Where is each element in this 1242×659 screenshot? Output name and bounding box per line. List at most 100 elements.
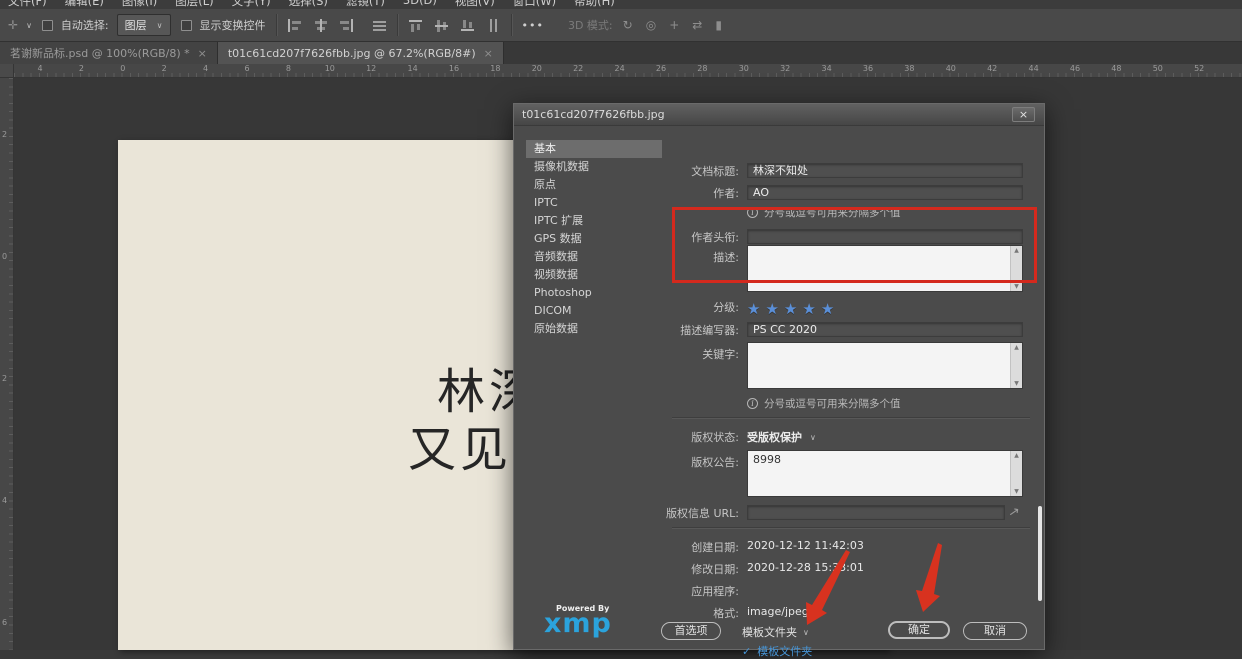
xmp-wordmark: xmp (544, 613, 612, 635)
menu-item[interactable]: 编辑(E) (65, 0, 104, 9)
distribute-horizontal-icon[interactable] (372, 19, 387, 32)
writer-label: 描述编写器: (662, 322, 747, 338)
document-tab[interactable]: 茗谢新品标.psd @ 100%(RGB/8) * × (0, 42, 218, 64)
chevron-down-icon: ∨ (803, 628, 809, 637)
file-info-form: 文档标题: 林深不知处 作者: AO i 分号或逗号可用来分隔多个值 作者头衔:… (662, 126, 1044, 649)
category-item[interactable]: DICOM (526, 302, 662, 320)
file-info-dialog: t01c61cd207f7626fbb.jpg × 基本摄像机数据原点IPTCI… (513, 103, 1045, 650)
rating-label: 分级: (662, 299, 747, 315)
3d-orbit-icon[interactable]: ↻ (623, 19, 633, 32)
auto-select-dropdown[interactable]: 图层 ∨ (117, 14, 171, 36)
keywords-textarea[interactable]: ▲ ▼ (747, 342, 1023, 389)
category-item[interactable]: IPTC 扩展 (526, 212, 662, 230)
template-folder-menu-item[interactable]: ✓ 模板文件夹 (742, 643, 812, 659)
copyright-notice-value: 8998 (753, 453, 781, 466)
star-icon[interactable]: ★ (802, 300, 815, 318)
scrollbar[interactable]: ▲ ▼ (1010, 343, 1022, 388)
menu-item[interactable]: 滤镜(T) (346, 0, 385, 9)
more-options-icon[interactable]: ••• (522, 19, 544, 32)
category-item[interactable]: Photoshop (526, 284, 662, 302)
align-right-icon[interactable] (339, 19, 354, 32)
close-icon[interactable]: × (198, 47, 207, 60)
ruler-tick-label: 50 (1153, 64, 1163, 73)
menu-item[interactable]: 视图(V) (455, 0, 495, 9)
template-folder-label: 模板文件夹 (742, 624, 797, 640)
vertical-ruler: 20246 (0, 78, 14, 650)
close-icon[interactable]: × (484, 47, 493, 60)
scroll-down-icon[interactable]: ▼ (1014, 283, 1019, 290)
rating-stars[interactable]: ★ ★ ★ ★ ★ (747, 299, 839, 318)
align-left-icon[interactable] (287, 19, 302, 32)
go-to-url-icon[interactable]: → (1006, 503, 1024, 522)
star-icon[interactable]: ★ (765, 300, 778, 318)
scroll-up-icon[interactable]: ▲ (1014, 344, 1019, 351)
distribute-vertical-icon[interactable] (486, 19, 501, 32)
show-transform-checkbox[interactable] (181, 20, 192, 31)
author-input[interactable]: AO (747, 185, 1023, 200)
3d-roll-icon[interactable]: ◎ (646, 19, 656, 32)
check-icon: ✓ (742, 645, 751, 658)
copyright-notice-textarea[interactable]: 8998 ▲ ▼ (747, 450, 1023, 497)
separator (276, 14, 277, 36)
3d-pan-icon[interactable]: + (669, 19, 679, 32)
doc-title-input[interactable]: 林深不知处 (747, 163, 1023, 178)
menu-item[interactable]: 图层(L) (175, 0, 213, 9)
category-item[interactable]: 基本 (526, 140, 662, 158)
separator (397, 14, 398, 36)
menu-item[interactable]: 窗口(W) (513, 0, 556, 9)
scroll-down-icon[interactable]: ▼ (1014, 488, 1019, 495)
scroll-up-icon[interactable]: ▲ (1014, 452, 1019, 459)
category-item[interactable]: 视频数据 (526, 266, 662, 284)
menu-item[interactable]: 帮助(H) (574, 0, 615, 9)
scrollbar[interactable]: ▲ ▼ (1010, 451, 1022, 496)
ruler-tick-label: 4 (2, 496, 7, 505)
auto-select-checkbox[interactable] (42, 20, 53, 31)
chevron-down-icon: ∨ (810, 433, 816, 442)
ruler-tick-label: 16 (449, 64, 459, 73)
category-item[interactable]: 摄像机数据 (526, 158, 662, 176)
auto-select-label: 自动选择: (61, 17, 109, 33)
star-icon[interactable]: ★ (821, 300, 834, 318)
modified-date-label: 修改日期: (662, 561, 747, 577)
3d-camera-icon[interactable]: ▮ (715, 19, 722, 32)
dialog-title-bar[interactable]: t01c61cd207f7626fbb.jpg (514, 104, 1044, 126)
template-folder-button[interactable]: 模板文件夹 ∨ (742, 624, 809, 640)
star-icon[interactable]: ★ (784, 300, 797, 318)
align-vertical-center-icon[interactable] (434, 19, 449, 32)
ruler-tick-label: 0 (120, 64, 125, 73)
3d-slide-icon[interactable]: ⇄ (692, 19, 702, 32)
align-bottom-icon[interactable] (460, 19, 475, 32)
menu-item[interactable]: 选择(S) (289, 0, 328, 9)
menu-item[interactable]: 文字(Y) (232, 0, 271, 9)
hint-text: 分号或逗号可用来分隔多个值 (764, 396, 901, 411)
cancel-button[interactable]: 取消 (963, 622, 1027, 640)
dialog-close-button[interactable]: × (1012, 107, 1035, 122)
dialog-scrollbar[interactable] (1038, 506, 1042, 601)
scroll-down-icon[interactable]: ▼ (1014, 380, 1019, 387)
align-horizontal-center-icon[interactable] (313, 19, 328, 32)
dialog-title: t01c61cd207f7626fbb.jpg (522, 108, 665, 121)
document-tab-active[interactable]: t01c61cd207f7626fbb.jpg @ 67.2%(RGB/8#) … (218, 42, 504, 64)
category-item[interactable]: IPTC (526, 194, 662, 212)
ruler-tick-label: 8 (286, 64, 291, 73)
category-item[interactable]: 音频数据 (526, 248, 662, 266)
move-tool-preset-icon[interactable]: ✛ (8, 19, 18, 32)
align-top-icon[interactable] (408, 19, 423, 32)
menu-item[interactable]: 图像(I) (122, 0, 157, 9)
preferences-button[interactable]: 首选项 (661, 622, 721, 640)
tab-title: t01c61cd207f7626fbb.jpg @ 67.2%(RGB/8#) (228, 47, 476, 60)
application-label: 应用程序: (662, 583, 747, 599)
ruler-tick-label: 20 (532, 64, 542, 73)
writer-input[interactable]: PS CC 2020 (747, 322, 1023, 337)
copyright-status-label: 版权状态: (662, 429, 747, 445)
menu-item[interactable]: 3D(D) (403, 0, 437, 9)
ok-button[interactable]: 确定 (888, 621, 950, 639)
copyright-status-dropdown[interactable]: 受版权保护 ∨ (747, 429, 816, 445)
category-item[interactable]: 原点 (526, 176, 662, 194)
ruler-tick-label: 14 (408, 64, 418, 73)
star-icon[interactable]: ★ (747, 300, 760, 318)
menu-item[interactable]: 文件(F) (8, 0, 47, 9)
category-item[interactable]: 原始数据 (526, 320, 662, 338)
category-item[interactable]: GPS 数据 (526, 230, 662, 248)
copyright-url-input[interactable] (747, 505, 1005, 520)
